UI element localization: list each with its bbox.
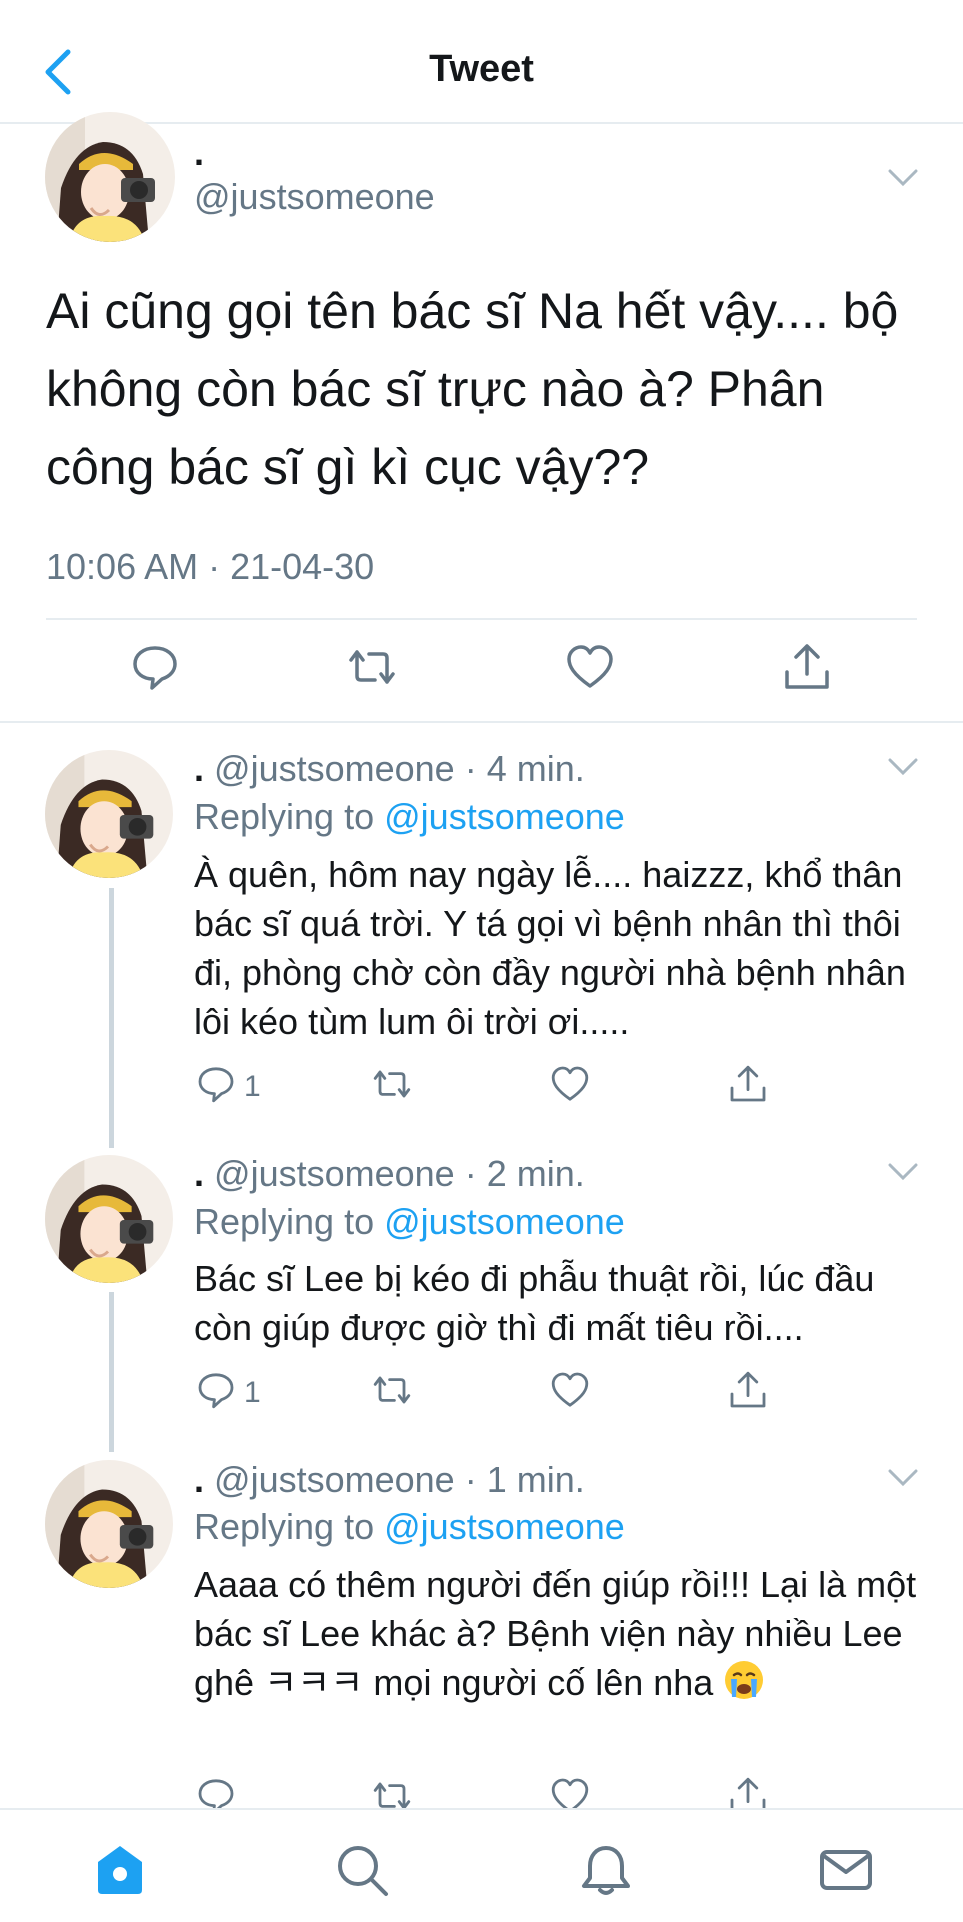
search-icon[interactable]: [334, 1842, 390, 1898]
replying-to-link[interactable]: @justsomeone: [384, 1201, 625, 1242]
avatar[interactable]: [45, 1460, 173, 1588]
tweet-text: Ai cũng gọi tên bác sĩ Na hết vậy.... bộ…: [46, 283, 899, 495]
home-icon[interactable]: [92, 1842, 148, 1898]
chevron-down-icon[interactable]: [887, 168, 919, 188]
tweet-author-handle[interactable]: @justsomeone: [194, 176, 435, 218]
notifications-icon[interactable]: [578, 1842, 634, 1898]
chevron-down-icon[interactable]: [887, 1162, 919, 1182]
share-icon[interactable]: [728, 1064, 768, 1104]
reply-author-handle[interactable]: @justsomeone: [214, 1459, 455, 1500]
replying-to-line: Replying to @justsomeone: [194, 796, 625, 838]
share-icon[interactable]: [728, 1370, 768, 1410]
reply-time: 2 min.: [486, 1153, 585, 1194]
reply-author-name[interactable]: .: [194, 748, 204, 789]
replying-to-line: Replying to @justsomeone: [194, 1201, 625, 1243]
thread-line: [109, 888, 114, 1148]
reply-icon[interactable]: [196, 1370, 236, 1410]
heart-icon[interactable]: [550, 1370, 590, 1410]
reply-text-content: Aaaa có thêm người đến giúp rồi!!! Lại l…: [194, 1564, 917, 1703]
avatar[interactable]: [45, 112, 175, 242]
reply-icon[interactable]: [130, 642, 180, 692]
reply-count: 1: [244, 1070, 261, 1103]
page-title: Tweet: [429, 48, 534, 90]
avatar[interactable]: [45, 1155, 173, 1283]
reply-time: 1 min.: [486, 1459, 585, 1500]
chevron-down-icon[interactable]: [887, 757, 919, 777]
avatar[interactable]: [45, 750, 173, 878]
replying-to-line: Replying to @justsomeone: [194, 1506, 625, 1548]
reply-text: Aaaa có thêm người đến giúp rồi!!! Lại l…: [194, 1560, 924, 1707]
replying-to-link[interactable]: @justsomeone: [384, 796, 625, 837]
divider: [46, 618, 917, 620]
replying-to-label: Replying to: [194, 1201, 375, 1242]
thread-line: [109, 1292, 114, 1452]
replying-to-label: Replying to: [194, 1506, 375, 1547]
top-navigation-bar: Tweet: [0, 0, 963, 124]
reply-icon[interactable]: [196, 1064, 236, 1104]
retweet-icon[interactable]: [372, 1370, 412, 1410]
retweet-icon[interactable]: [347, 642, 397, 692]
reply-author-handle[interactable]: @justsomeone: [214, 748, 455, 789]
messages-icon[interactable]: [818, 1842, 874, 1898]
replying-to-label: Replying to: [194, 796, 375, 837]
reply-text: Bác sĩ Lee bị kéo đi phẫu thuật rồi, lúc…: [194, 1258, 875, 1348]
bottom-tab-bar: [0, 1808, 963, 1922]
reply-author-name[interactable]: .: [194, 1153, 204, 1194]
crying-face-emoji-icon: [725, 1661, 764, 1699]
tweet-timestamp: 10:06 AM · 21-04-30: [46, 546, 375, 587]
heart-icon[interactable]: [565, 642, 615, 692]
reply-author-handle[interactable]: @justsomeone: [214, 1153, 455, 1194]
divider: [0, 721, 963, 723]
reply-author-name[interactable]: .: [194, 1459, 204, 1500]
retweet-icon[interactable]: [372, 1064, 412, 1104]
reply-text: À quên, hôm nay ngày lễ.... haizzz, khổ …: [194, 854, 906, 1042]
heart-icon[interactable]: [550, 1064, 590, 1104]
reply-header: . @justsomeone · 2 min.: [194, 1153, 585, 1194]
tweet-author-name[interactable]: .: [194, 132, 204, 174]
chevron-down-icon[interactable]: [887, 1468, 919, 1488]
replying-to-link[interactable]: @justsomeone: [384, 1506, 625, 1547]
reply-header: . @justsomeone · 4 min.: [194, 748, 585, 789]
reply-count: 1: [244, 1376, 261, 1409]
reply-time: 4 min.: [486, 748, 585, 789]
share-icon[interactable]: [782, 642, 832, 692]
reply-header: . @justsomeone · 1 min.: [194, 1459, 585, 1500]
